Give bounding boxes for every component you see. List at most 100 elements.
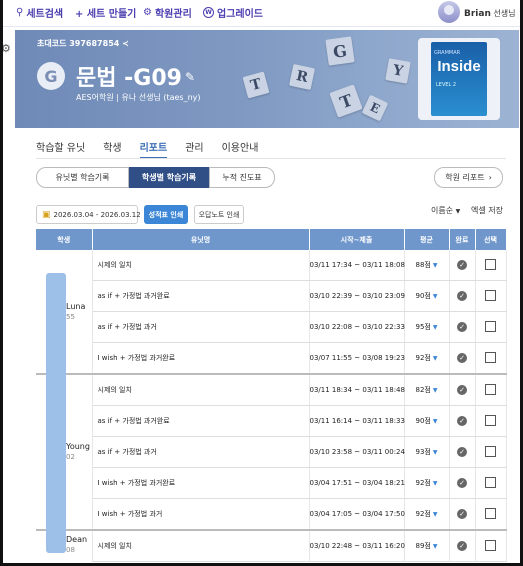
user-name[interactable]: Brian 선생님 (464, 8, 516, 19)
share-icon[interactable]: ≺ (122, 39, 129, 48)
average-score-cell[interactable]: 82점 ▼ (404, 374, 450, 406)
nav-upgrade[interactable]: W 업그레이드 (203, 5, 263, 20)
set-title: 문법 -G09 (76, 66, 182, 91)
edit-pencil-icon[interactable]: ✎ (185, 70, 195, 84)
unit-name[interactable]: I wish + 가정법 과거완료 (92, 342, 310, 375)
check-circle-icon: ✓ (457, 509, 467, 519)
sort-select[interactable]: 이름순 ▼ (431, 205, 460, 216)
row-checkbox[interactable] (485, 320, 496, 332)
row-checkbox[interactable] (485, 539, 496, 551)
table-row: I wish + 가정법 과거완료 03/07 11:55 ~ 03/08 19:… (36, 342, 507, 375)
date-range-picker[interactable]: ▣ 2026.03.04 - 2026.03.12 (36, 205, 141, 224)
academy-icon: ⚙ (143, 7, 152, 18)
check-circle-icon: ✓ (457, 322, 467, 332)
row-checkbox[interactable] (485, 445, 496, 457)
select-cell (475, 280, 507, 312)
unit-name[interactable]: I wish + 가정법 과거완료 (92, 467, 310, 499)
check-circle-icon: ✓ (457, 416, 467, 426)
tab-students[interactable]: 학생 (103, 136, 121, 159)
student-name[interactable]: Young (66, 442, 90, 451)
table-row: 시제의 일치 03/11 17:34 ~ 03/11 18:08 88점 ▼ ✓ (36, 250, 507, 281)
row-checkbox[interactable] (485, 414, 496, 426)
caret-down-icon: ▼ (455, 208, 461, 215)
select-cell (475, 436, 507, 468)
col-done: 완료 (449, 229, 476, 250)
col-time: 시작~제출 (309, 229, 405, 250)
student-column-bar (46, 273, 66, 553)
row-checkbox[interactable] (485, 383, 496, 395)
unit-name[interactable]: 시제의 일치 (92, 530, 310, 562)
average-score-cell[interactable]: 92점 ▼ (404, 498, 450, 531)
settings-gear-icon[interactable]: ⚙ (1, 42, 11, 55)
subtab-progress-table[interactable]: 누적 진도표 (209, 167, 275, 188)
caret-down-icon: ▼ (432, 480, 438, 487)
excel-save-button[interactable]: 엑셀 저장 (471, 205, 503, 216)
done-cell: ✓ (449, 405, 476, 437)
nav-set-search[interactable]: ⚲ 세트검색 (16, 5, 63, 20)
invite-code: 초대코드 397687854 ≺ (37, 39, 129, 48)
tab-guide[interactable]: 이용안내 (222, 136, 259, 159)
book-series: GRAMMAR (434, 50, 461, 56)
print-report-button[interactable]: 성적표 인쇄 (144, 205, 188, 224)
unit-name[interactable]: I wish + 가정법 과거 (92, 498, 310, 531)
unit-name[interactable]: 시제의 일치 (92, 250, 310, 281)
row-checkbox[interactable] (485, 507, 496, 519)
nav-create-set-label: + 세트 만들기 (75, 9, 137, 20)
average-score-cell[interactable]: 95점 ▼ (404, 311, 450, 343)
academy-report-button[interactable]: 학원 리포트 › (434, 167, 503, 188)
time-range: 03/10 23:58 ~ 03/11 00:24 (309, 436, 405, 468)
nav-create-set[interactable]: + 세트 만들기 (75, 5, 136, 20)
average-score-cell[interactable]: 92점 ▼ (404, 342, 450, 375)
average-score: 92점 (415, 510, 431, 518)
time-range: 03/04 17:05 ~ 03/04 17:50 (309, 498, 405, 531)
nav-academy-manage[interactable]: ⚙ 학원관리 (143, 5, 192, 20)
book-level: LEVEL 2 (436, 82, 457, 88)
caret-down-icon: ▼ (432, 355, 438, 362)
average-score-cell[interactable]: 88점 ▼ (404, 250, 450, 281)
average-score-cell[interactable]: 89점 ▼ (404, 530, 450, 562)
select-cell (475, 250, 507, 281)
row-checkbox[interactable] (485, 258, 496, 270)
letter-tile: G (325, 36, 355, 66)
average-score-cell[interactable]: 93점 ▼ (404, 436, 450, 468)
average-score-cell[interactable]: 92점 ▼ (404, 467, 450, 499)
select-cell (475, 342, 507, 375)
average-score-cell[interactable]: 90점 ▼ (404, 280, 450, 312)
unit-name[interactable]: 시제의 일치 (92, 374, 310, 406)
row-checkbox[interactable] (485, 289, 496, 301)
time-range: 03/07 11:55 ~ 03/08 19:23 (309, 342, 405, 375)
time-range: 03/10 22:08 ~ 03/10 22:33 (309, 311, 405, 343)
select-cell (475, 498, 507, 531)
row-checkbox[interactable] (485, 476, 496, 488)
tab-manage[interactable]: 관리 (185, 136, 203, 159)
table-row: I wish + 가정법 과거완료 03/04 17:51 ~ 03/04 18:… (36, 467, 507, 499)
unit-name[interactable]: as if + 가정법 과거완료 (92, 280, 310, 312)
tab-report[interactable]: 리포트 (139, 136, 168, 159)
subtab-unit-records[interactable]: 유닛별 학습기록 (36, 167, 129, 188)
done-cell: ✓ (449, 530, 476, 562)
caret-down-icon: ▼ (432, 293, 438, 300)
unit-name[interactable]: as if + 가정법 과거완료 (92, 405, 310, 437)
avatar[interactable] (438, 1, 460, 23)
average-score-cell[interactable]: 90점 ▼ (404, 405, 450, 437)
subtab-student-records[interactable]: 학생별 학습기록 (129, 167, 209, 188)
student-name[interactable]: Luna (66, 302, 85, 311)
done-cell: ✓ (449, 374, 476, 406)
tab-units[interactable]: 학습할 유닛 (36, 136, 85, 159)
tabs-divider (36, 158, 506, 159)
letter-tile: R (288, 63, 316, 91)
col-average: 평균 (404, 229, 450, 250)
caret-down-icon: ▼ (432, 387, 438, 394)
average-score: 93점 (415, 448, 431, 456)
caret-down-icon: ▼ (432, 511, 438, 518)
unit-name[interactable]: as if + 가정법 과거 (92, 311, 310, 343)
main-tabs: 학습할 유닛 학생 리포트 관리 이용안내 (36, 136, 276, 159)
print-wrong-notes-button[interactable]: 오답노트 인쇄 (194, 205, 244, 224)
row-checkbox[interactable] (485, 351, 496, 363)
nav-academy-manage-label: 학원관리 (154, 9, 192, 20)
student-name[interactable]: Dean (66, 535, 87, 544)
time-range: 03/04 17:51 ~ 03/04 18:21 (309, 467, 405, 499)
sort-value: 이름순 (431, 206, 454, 215)
unit-name[interactable]: as if + 가정법 과거 (92, 436, 310, 468)
done-cell: ✓ (449, 436, 476, 468)
